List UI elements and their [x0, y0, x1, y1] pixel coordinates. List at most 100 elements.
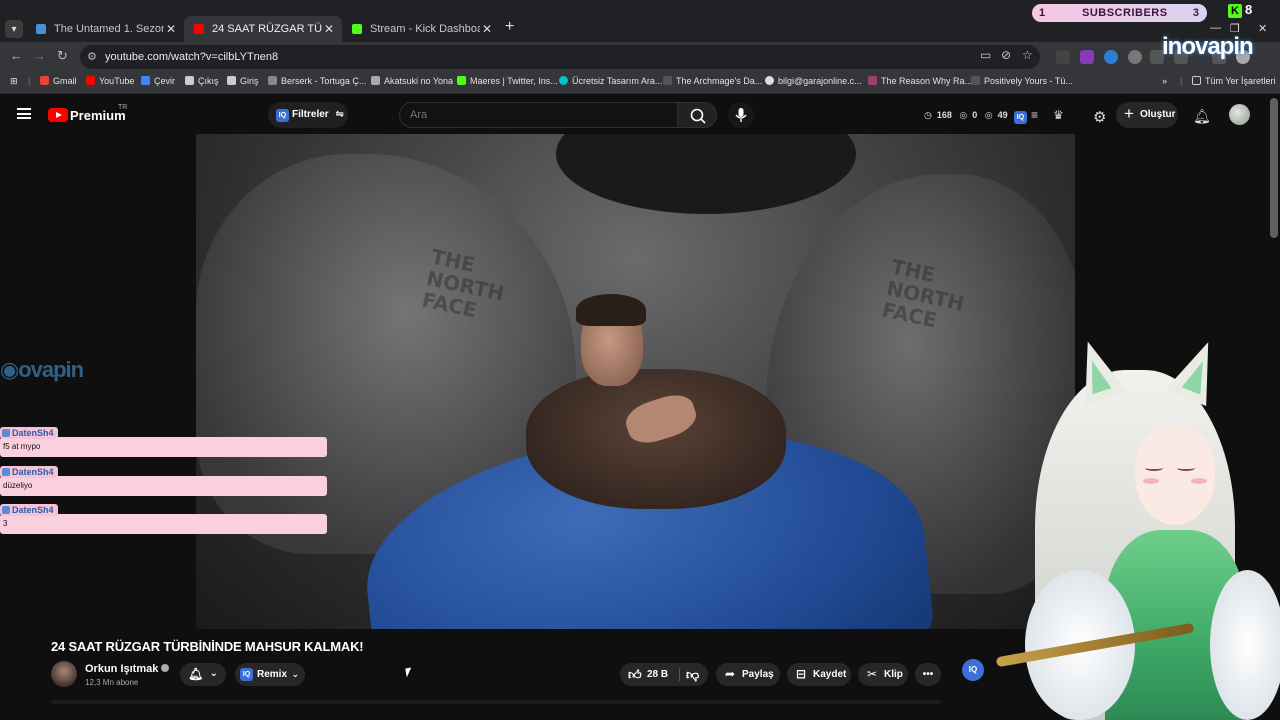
page-scrollbar[interactable]	[1270, 98, 1278, 238]
scissors-icon: ✂	[867, 667, 878, 681]
search-button[interactable]	[677, 102, 717, 128]
thumbs-up-icon[interactable]: 👍︎	[628, 663, 642, 686]
bookmark-item[interactable]: YouTube	[86, 76, 134, 86]
search-box[interactable]	[399, 102, 677, 128]
apps-icon[interactable]: ⊞	[10, 76, 18, 87]
iq-button[interactable]: IQ	[1014, 108, 1027, 124]
tab-title: Stream - Kick Dashboard	[370, 23, 480, 35]
search-input[interactable]	[400, 103, 677, 127]
more-actions-button[interactable]: •••	[915, 663, 941, 686]
bookmark-item[interactable]: Berserk - Tortuga Ç...	[268, 76, 366, 86]
browser-tab[interactable]: Stream - Kick Dashboard ✕	[342, 16, 500, 42]
eye-off-icon[interactable]: ⊘	[1001, 48, 1011, 62]
remix-button[interactable]: IQ Remix ⌄	[235, 663, 305, 686]
subscribers-label: SUBSCRIBERS	[1082, 7, 1168, 19]
bookmark-item[interactable]: Maeres | Twitter, Ins...	[457, 76, 558, 86]
site-info-icon[interactable]: ⚙	[87, 50, 97, 63]
subscription-bell-button[interactable]: 🔔︎ ⌄	[180, 663, 226, 686]
share-button[interactable]: ➦ Paylaş	[716, 663, 780, 686]
watermark-text: ovapin	[18, 357, 84, 382]
hamburger-menu-icon[interactable]	[17, 108, 31, 119]
gmail-icon	[40, 76, 49, 85]
back-icon[interactable]: ←	[10, 48, 23, 63]
inovapin-logo: inovapin	[1162, 33, 1254, 60]
page-icon	[371, 76, 380, 85]
youtube-logo-icon[interactable]	[48, 108, 68, 122]
channel-avatar[interactable]	[51, 661, 77, 687]
bookmark-item[interactable]: Çevir	[141, 76, 175, 86]
clip-button[interactable]: ✂ Klip	[858, 663, 908, 686]
like-count[interactable]: 28 B	[647, 663, 668, 686]
tab-search-menu-button[interactable]: ▾	[5, 20, 23, 38]
bookmarks-bar: ⊞ | Gmail YouTube Çevir Çıkış Giriş Bers…	[0, 72, 1280, 94]
url-text[interactable]: youtube.com/watch?v=cilbLYTnen8	[105, 51, 278, 63]
microphone-icon	[735, 108, 747, 122]
iq-floating-button[interactable]: IQ	[962, 659, 984, 681]
chevron-down-icon: ⌄	[209, 668, 218, 679]
iq-stats: ◷ 168 ◎ 0 ◎ 49	[924, 110, 1013, 121]
chat-username: DatenSh4	[0, 504, 58, 516]
create-button[interactable]: Oluştur	[1116, 101, 1178, 128]
close-tab-icon[interactable]: ✕	[482, 16, 492, 42]
share-label: Paylaş	[742, 669, 774, 680]
video-player[interactable]: THE NORTH FACE THE NORTH FACE	[196, 134, 1075, 629]
more-bookmarks-icon[interactable]: »	[1162, 76, 1167, 86]
forward-icon[interactable]: →	[33, 48, 46, 63]
chat-text: 3	[0, 514, 327, 534]
list-icon[interactable]: ≡	[1031, 108, 1038, 122]
new-tab-icon[interactable]: +	[505, 18, 514, 36]
browser-tab[interactable]: The Untamed 1. Sezon 6. Bölüm ✕	[26, 16, 184, 42]
tab-title: The Untamed 1. Sezon 6. Bölüm	[54, 23, 164, 35]
translate-icon	[141, 76, 150, 85]
bookmark-item[interactable]: Giriş	[227, 76, 259, 86]
subscribers-widget: 1 SUBSCRIBERS 3	[1032, 4, 1207, 22]
bookmark-item[interactable]: Çıkış	[185, 76, 219, 86]
filters-button[interactable]: IQ Filtreler ⇋	[268, 102, 348, 128]
bookmark-item[interactable]: Positively Yours - Tü...	[971, 76, 1073, 86]
subscriber-count-right: 3	[1192, 7, 1199, 19]
tab-title: 24 SAAT RÜZGAR TÜRBİNİNDE	[212, 23, 322, 35]
close-window-icon[interactable]: ✕	[1258, 22, 1267, 35]
bookmark-item[interactable]: Gmail	[40, 76, 77, 86]
cast-icon[interactable]: ▭	[980, 48, 991, 62]
bell-icon: 🔔︎	[188, 667, 204, 681]
page-icon	[268, 76, 277, 85]
notifications-bell-icon[interactable]: 🔔︎	[1193, 108, 1211, 125]
page-icon	[457, 76, 466, 85]
extension-icon[interactable]	[1128, 50, 1142, 64]
all-bookmarks-folder[interactable]: Tüm Yer İşaretleri	[1192, 76, 1276, 86]
browser-toolbar: ← → ↻ ⚙ youtube.com/watch?v=cilbLYTnen8 …	[0, 42, 1280, 72]
bookmark-item[interactable]: bilgi@garajonline.c...	[765, 76, 862, 86]
bookmark-item[interactable]: The Archmage's Da...	[663, 76, 762, 86]
vtuber-avatar	[995, 333, 1280, 720]
kick-favicon-icon	[352, 24, 362, 34]
browser-tab-active[interactable]: 24 SAAT RÜZGAR TÜRBİNİNDE ✕	[184, 16, 342, 42]
video-title: 24 SAAT RÜZGAR TÜRBİNİNDE MAHSUR KALMAK!	[51, 639, 364, 654]
chat-text: düzeliyo	[0, 476, 327, 496]
save-button[interactable]: ⊟ Kaydet	[787, 663, 851, 686]
voice-search-button[interactable]	[728, 102, 754, 128]
address-bar[interactable]: ⚙ youtube.com/watch?v=cilbLYTnen8	[80, 45, 1040, 69]
gear-icon[interactable]: ⚙	[1093, 108, 1106, 126]
folder-icon	[1192, 76, 1201, 85]
thumbs-down-icon[interactable]: 👎︎	[686, 663, 699, 686]
bookmark-label: Positively Yours - Tü...	[984, 76, 1073, 86]
bookmark-item[interactable]: Akatsuki no Yona	[371, 76, 453, 86]
extension-icon[interactable]	[1104, 50, 1118, 64]
page-icon	[868, 76, 877, 85]
chevron-down-icon: ⌄	[291, 669, 299, 679]
clip-label: Klip	[884, 669, 903, 680]
bookmark-label: Çevir	[154, 76, 176, 86]
verified-check-icon	[161, 664, 170, 672]
bookmark-star-icon[interactable]: ☆	[1022, 48, 1033, 62]
account-avatar[interactable]	[1229, 104, 1250, 125]
bookmark-item[interactable]: The Reason Why Ra...	[868, 76, 972, 86]
extension-icon[interactable]	[1080, 50, 1094, 64]
extension-icon[interactable]	[1056, 50, 1070, 64]
reload-icon[interactable]: ↻	[57, 48, 68, 64]
channel-name-link[interactable]: Orkun Işıtmak	[85, 663, 170, 675]
bookmark-item[interactable]: Ücretsiz Tasarım Ara...	[559, 76, 662, 86]
close-tab-icon[interactable]: ✕	[324, 16, 334, 42]
close-tab-icon[interactable]: ✕	[166, 16, 176, 42]
trophy-icon[interactable]: ♛	[1053, 108, 1064, 122]
